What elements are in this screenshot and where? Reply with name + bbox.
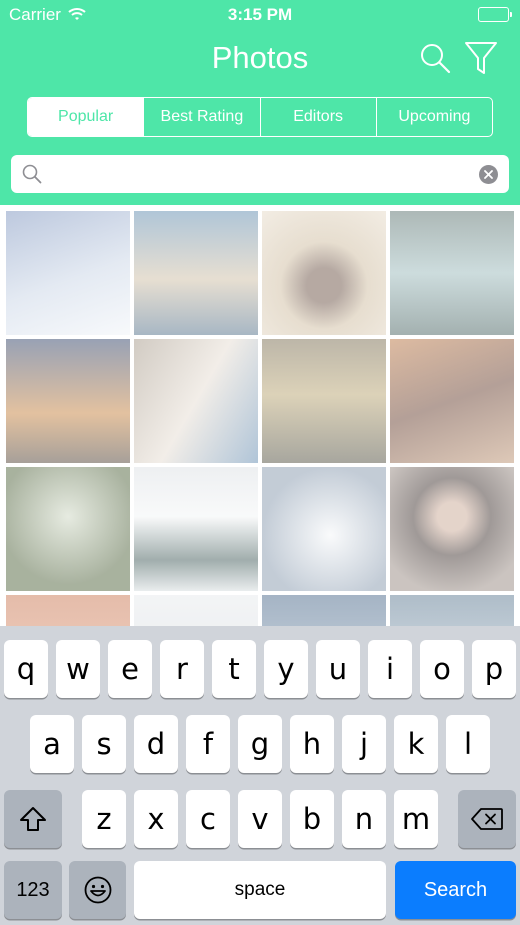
search-key[interactable]: Search [395,861,516,919]
key-g[interactable]: g [238,715,282,773]
key-i[interactable]: i [368,640,412,698]
key-x[interactable]: x [134,790,178,848]
emoji-key[interactable] [69,861,126,919]
key-a[interactable]: a [30,715,74,773]
photo-tile[interactable] [262,211,386,335]
key-z[interactable]: z [82,790,126,848]
battery-icon [478,7,512,22]
photo-tile[interactable] [262,339,386,463]
tab-upcoming[interactable]: Upcoming [375,98,492,136]
photo-tile[interactable] [6,339,130,463]
backspace-icon [471,808,503,830]
photo-tile[interactable] [134,211,258,335]
key-t[interactable]: t [212,640,256,698]
tab-best-rating[interactable]: Best Rating [143,98,259,136]
key-k[interactable]: k [394,715,438,773]
photo-tile[interactable] [262,467,386,591]
key-w[interactable]: w [56,640,100,698]
key-j[interactable]: j [342,715,386,773]
space-key[interactable]: space [134,861,386,919]
key-q[interactable]: q [4,640,48,698]
key-d[interactable]: d [134,715,178,773]
key-y[interactable]: y [264,640,308,698]
key-e[interactable]: e [108,640,152,698]
key-s[interactable]: s [82,715,126,773]
key-v[interactable]: v [238,790,282,848]
filter-icon [465,42,497,74]
key-l[interactable]: l [446,715,490,773]
filter-button[interactable] [461,38,501,78]
photo-tile[interactable] [390,467,514,591]
delete-key[interactable] [458,790,516,848]
key-f[interactable]: f [186,715,230,773]
search-icon [421,44,451,74]
close-icon [484,170,493,179]
key-r[interactable]: r [160,640,204,698]
key-b[interactable]: b [290,790,334,848]
numbers-key[interactable]: 123 [4,861,62,919]
key-m[interactable]: m [394,790,438,848]
photo-tile[interactable] [390,211,514,335]
search-input[interactable] [53,155,473,193]
status-bar: Carrier 3:15 PM [0,0,520,30]
key-p[interactable]: p [472,640,516,698]
photo-tile[interactable] [134,339,258,463]
key-n[interactable]: n [342,790,386,848]
search-icon [22,164,42,189]
category-tabs: Popular Best Rating Editors Upcoming [27,97,493,137]
emoji-icon [84,876,111,904]
photo-tile[interactable] [6,467,130,591]
photo-tile[interactable] [390,339,514,463]
tab-editors[interactable]: Editors [259,98,376,136]
search-button[interactable] [415,38,455,78]
header: Carrier 3:15 PM Photos Popular Best Rati… [0,0,520,205]
clear-search-button[interactable] [479,165,498,184]
key-h[interactable]: h [290,715,334,773]
keyboard: q w e r t y u i o p a s d f g h j k l z … [0,626,520,925]
shift-key[interactable] [4,790,62,848]
status-time: 3:15 PM [227,5,293,24]
shift-icon [20,807,46,831]
search-bar [11,155,509,193]
tab-popular[interactable]: Popular [28,98,144,136]
key-u[interactable]: u [316,640,360,698]
key-c[interactable]: c [186,790,230,848]
key-o[interactable]: o [420,640,464,698]
photo-tile[interactable] [134,467,258,591]
photo-tile[interactable] [6,211,130,335]
photo-grid [6,211,514,631]
